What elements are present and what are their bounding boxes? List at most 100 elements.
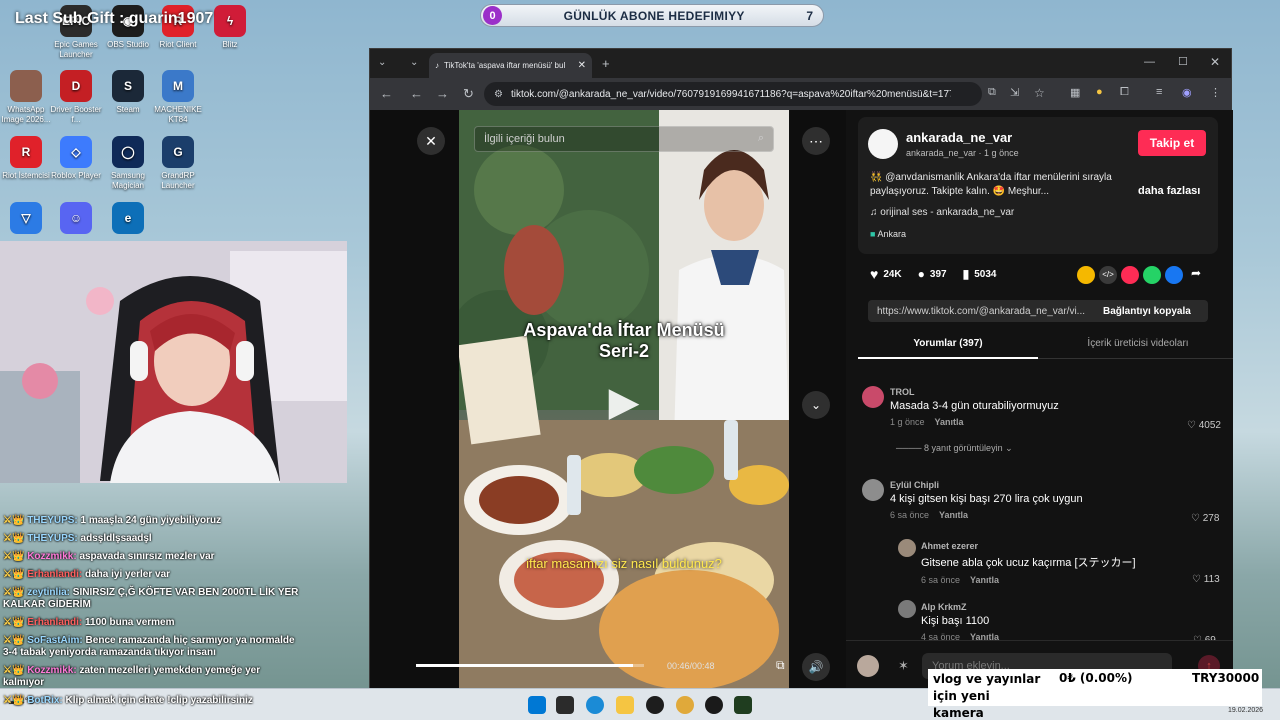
desktop-icon[interactable]: D Driver Booster f... [50,70,102,125]
author-avatar[interactable] [868,129,898,159]
close-tab-icon[interactable]: ✕ [578,60,586,71]
desktop-icon[interactable]: e [102,202,154,237]
video-player[interactable]: İlgili içeriği bulun ⌕ Aspava'da İftar M… [459,110,789,689]
reply-avatar[interactable] [898,539,916,557]
related-search-input[interactable]: İlgili içeriği bulun ⌕ [474,126,774,152]
comment-author[interactable]: Ahmet ezerer [921,541,1136,551]
chat-username[interactable]: BotRix: [27,695,63,706]
comment-avatar[interactable] [862,386,884,408]
task-view-icon[interactable] [556,696,574,714]
more-link[interactable]: daha fazlası [1138,185,1200,197]
comment-author[interactable]: Eylül Chipli [890,480,1083,490]
site-info-icon[interactable]: ⚙ [494,89,503,100]
desktop-icon[interactable]: ▽ [0,202,52,237]
share-arrow-icon[interactable]: ➦ [1187,266,1205,284]
location-tag[interactable]: ■ Ankara [870,229,906,239]
clock-date[interactable]: 19.02.2026 [1228,707,1263,714]
desktop-icon[interactable]: ◯ Samsung Magician [102,136,154,191]
reply-button[interactable]: Yanıtla [970,575,999,585]
desktop-icon[interactable]: M MACHENIKE KT84 [152,70,204,125]
tab-search-icon[interactable]: ⌄ [378,57,386,68]
comment-avatar[interactable] [862,479,884,501]
desktop-icon[interactable]: R Riot İstemcisi [0,136,52,181]
facebook-icon[interactable] [1165,266,1183,284]
chat-username[interactable]: Erhanlandi: [27,569,82,580]
close-video-icon[interactable]: ✕ [417,127,445,155]
follow-button[interactable]: Takip et [1138,130,1206,156]
reply-button[interactable]: Yanıtla [939,510,968,520]
desktop-icon[interactable]: G GrandRP Launcher [152,136,204,191]
chat-username[interactable]: zeytinlia: [27,587,70,598]
send-icon[interactable] [1121,266,1139,284]
media-icon[interactable]: ≡ [1156,86,1162,98]
extension-icon[interactable]: ▦ [1070,86,1080,99]
url-field[interactable]: ⚙ tiktok.com/@ankarada_ne_var/video/7607… [484,82,982,106]
reload-icon[interactable]: ↻ [463,86,474,102]
chat-username[interactable]: Kozzmikk: [27,551,76,562]
reply: Ahmet ezerer Gitsene abla çok ucuz kaçır… [921,541,1136,585]
back-icon[interactable]: ← [380,86,393,101]
reply-button[interactable]: Yanıtla [935,417,964,427]
more-options-icon[interactable]: ⋯ [802,127,830,155]
minimize-icon[interactable]: — [1144,56,1155,68]
close-window-icon[interactable]: ✕ [1210,55,1220,69]
new-tab-icon[interactable]: + [602,56,610,71]
translate-icon[interactable]: ⧉ [988,86,996,99]
bookmark-star-icon[interactable]: ☆ [1034,86,1045,100]
menu-icon[interactable]: ⋮ [1210,86,1221,99]
video-link[interactable]: https://www.tiktok.com/@ankarada_ne_var/… [868,306,1093,317]
tab-creator-videos[interactable]: İçerik üreticisi videoları [1048,338,1228,349]
chrome-taskbar-icon[interactable] [676,696,694,714]
progress-track[interactable] [416,664,644,667]
desktop-icon[interactable]: S Steam [102,70,154,115]
desktop-icon[interactable]: ☺ [50,202,102,237]
chat-username[interactable]: Erhanlandi: [27,617,82,628]
search-icon[interactable]: ⌕ [758,132,764,145]
maximize-icon[interactable]: ☐ [1178,55,1188,68]
next-video-icon[interactable]: ⌄ [802,391,830,419]
extension-2-icon[interactable]: ● [1096,86,1103,98]
user-avatar[interactable] [857,655,879,677]
comment-like[interactable]: ♡ 278 [1191,513,1219,524]
sticker-icon[interactable]: ✶ [898,658,909,674]
chat-username[interactable]: THEYUPS: [27,533,78,544]
file-explorer-icon[interactable] [616,696,634,714]
play-icon[interactable]: ▶ [602,380,646,424]
repost-icon[interactable] [1077,266,1095,284]
heart-icon[interactable]: ♥ [870,266,878,282]
puzzle-icon[interactable]: ⧠ [1120,86,1129,99]
embed-icon[interactable]: </> [1099,266,1117,284]
app-taskbar-icon[interactable] [705,696,723,714]
reply-avatar[interactable] [898,600,916,618]
chat-username[interactable]: THEYUPS: [27,515,78,526]
sound-line[interactable]: ♫ orijinal ses - ankarada_ne_var [870,207,1014,218]
install-icon[interactable]: ⇲ [1010,86,1019,99]
bookmark-icon[interactable]: ▮ [963,267,970,281]
back-icon-2[interactable]: ← [410,86,423,101]
desktop-icon[interactable]: ◇ Roblox Player [50,136,102,181]
copy-link-button[interactable]: Bağlantıyı kopyala [1103,306,1191,317]
browser-tab[interactable]: ♪ TikTok'ta 'aspava iftar menüsü' bul ✕ [429,53,592,78]
tab-list-icon[interactable]: ⌄ [410,57,418,68]
chat-username[interactable]: SoFastAim: [27,635,83,646]
view-replies-button[interactable]: ──── 8 yanıt görüntüleyin ⌄ [896,443,1013,454]
desktop-icon[interactable]: WhatsApp Image 2026... [0,70,52,125]
obs-taskbar-icon[interactable] [646,696,664,714]
chat-username[interactable]: Kozzmikk: [27,665,76,676]
tab-comments[interactable]: Yorumlar (397) [858,338,1038,349]
profile-avatar[interactable]: ◉ [1182,86,1192,99]
whatsapp-icon[interactable] [1143,266,1161,284]
author-username[interactable]: ankarada_ne_var [906,130,1012,145]
volume-icon[interactable]: 🔊 [802,653,830,681]
forward-icon[interactable]: → [436,86,449,101]
comment-like[interactable]: ♡ 4052 [1187,420,1221,431]
start-icon[interactable] [528,696,546,714]
video-description: 👯 @anvdanismanlik Ankara'da iftar menüle… [870,172,1112,197]
comment-author[interactable]: TROL [890,387,1059,397]
edge-icon[interactable] [586,696,604,714]
comment-author[interactable]: Alp KrkmZ [921,602,999,612]
comment-icon[interactable]: ● [918,267,925,281]
comment-like[interactable]: ♡ 113 [1192,574,1220,585]
terminal-taskbar-icon[interactable] [734,696,752,714]
pip-icon[interactable]: ⧉ [776,658,785,673]
